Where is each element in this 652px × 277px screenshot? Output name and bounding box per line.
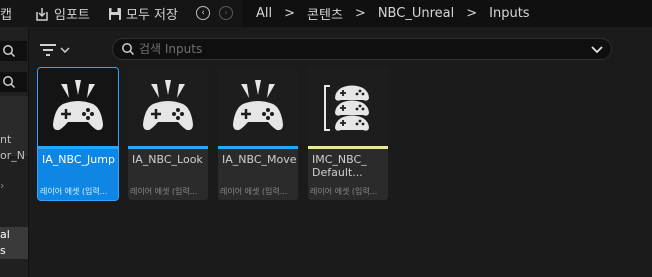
breadcrumb-nbc-unreal[interactable]: NBC_Unreal xyxy=(378,6,454,21)
chevron-right-icon[interactable]: > xyxy=(355,6,366,21)
toolbar-partial-label: 캡 xyxy=(0,8,12,23)
asset-name: IA_NBC_Jump xyxy=(42,153,115,166)
asset-type-label: 레이어 에셋 (입력... xyxy=(130,187,198,196)
folder-search-field[interactable] xyxy=(0,72,27,92)
import-icon xyxy=(36,7,48,21)
filter-icon xyxy=(40,44,56,56)
folder-tree-highlight xyxy=(0,96,28,156)
asset-tile-ia-nbc-jump[interactable]: IA_NBC_Jump 레이어 에셋 (입력... xyxy=(37,67,119,201)
chevron-right-icon[interactable]: > xyxy=(284,6,295,21)
chevron-down-icon xyxy=(60,47,70,53)
asset-thumbnail xyxy=(128,68,208,146)
save-all-label: 모두 저장 xyxy=(126,8,178,23)
folder-item[interactable]: nt xyxy=(0,133,11,146)
folder-item-selected[interactable]: al xyxy=(0,227,28,243)
import-label: 임포트 xyxy=(54,8,90,23)
asset-tile-ia-nbc-look[interactable]: IA_NBC_Look 레이어 에셋 (입력... xyxy=(128,68,208,200)
breadcrumb-inputs[interactable]: Inputs xyxy=(489,6,529,21)
asset-type-color-bar xyxy=(128,146,208,149)
asset-search-box[interactable] xyxy=(112,38,612,60)
asset-thumbnail xyxy=(218,68,298,146)
gamepad-icon xyxy=(233,80,283,131)
folder-item[interactable]: or_N xyxy=(0,149,25,162)
asset-name: IA_NBC_Move xyxy=(222,153,297,166)
asset-tile-ia-nbc-move[interactable]: IA_NBC_Move 레이어 에셋 (입력... xyxy=(218,68,298,200)
mapping-context-icon xyxy=(324,85,369,131)
asset-search-input[interactable] xyxy=(139,41,579,57)
forward-arrow-icon: › xyxy=(224,8,228,18)
sources-panel: nt or_N › al s xyxy=(0,27,29,277)
back-arrow-icon: ‹ xyxy=(201,8,205,18)
asset-filter-bar xyxy=(30,27,652,69)
gamepad-icon xyxy=(53,80,103,131)
save-all-button[interactable]: 모두 저장 xyxy=(108,0,178,27)
folder-expander-icon[interactable]: › xyxy=(0,179,4,192)
asset-type-label: 레이어 에셋 (입력... xyxy=(310,187,378,196)
folder-item-selected[interactable]: s xyxy=(0,243,28,259)
sources-search-field[interactable] xyxy=(0,41,27,61)
asset-thumbnail xyxy=(308,68,388,146)
asset-thumbnail xyxy=(38,68,118,146)
back-button[interactable]: ‹ xyxy=(196,6,210,20)
chevron-down-icon[interactable] xyxy=(591,46,603,54)
asset-type-color-bar xyxy=(38,146,118,149)
toolbar-partial-button[interactable]: 캡 xyxy=(0,0,12,27)
breadcrumb-content[interactable]: 콘텐츠 xyxy=(307,4,343,23)
asset-name: IMC_NBC_ Default... xyxy=(312,153,367,179)
search-icon xyxy=(3,45,16,58)
asset-type-label: 레이어 에셋 (입력... xyxy=(40,187,108,196)
forward-button[interactable]: › xyxy=(219,6,233,20)
search-icon xyxy=(3,76,16,89)
breadcrumb: All > 콘텐츠 > NBC_Unreal > Inputs xyxy=(242,0,652,27)
asset-type-label: 레이어 에셋 (입력... xyxy=(220,187,288,196)
asset-name: IA_NBC_Look xyxy=(132,153,203,166)
breadcrumb-all[interactable]: All xyxy=(256,6,272,21)
asset-type-color-bar xyxy=(308,146,388,149)
import-button[interactable]: 임포트 xyxy=(34,0,90,27)
asset-type-color-bar xyxy=(218,146,298,149)
filter-button[interactable] xyxy=(40,41,74,59)
asset-tile-imc-nbc-default[interactable]: IMC_NBC_ Default... 레이어 에셋 (입력... xyxy=(308,68,388,200)
gamepad-icon xyxy=(143,80,193,131)
save-icon xyxy=(109,7,121,20)
content-browser-toolbar: 캡 임포트 모두 저장 ‹ › All > 콘텐츠 > NBC_Unreal >… xyxy=(0,0,652,27)
chevron-right-icon[interactable]: > xyxy=(466,6,477,21)
search-icon xyxy=(122,43,135,56)
